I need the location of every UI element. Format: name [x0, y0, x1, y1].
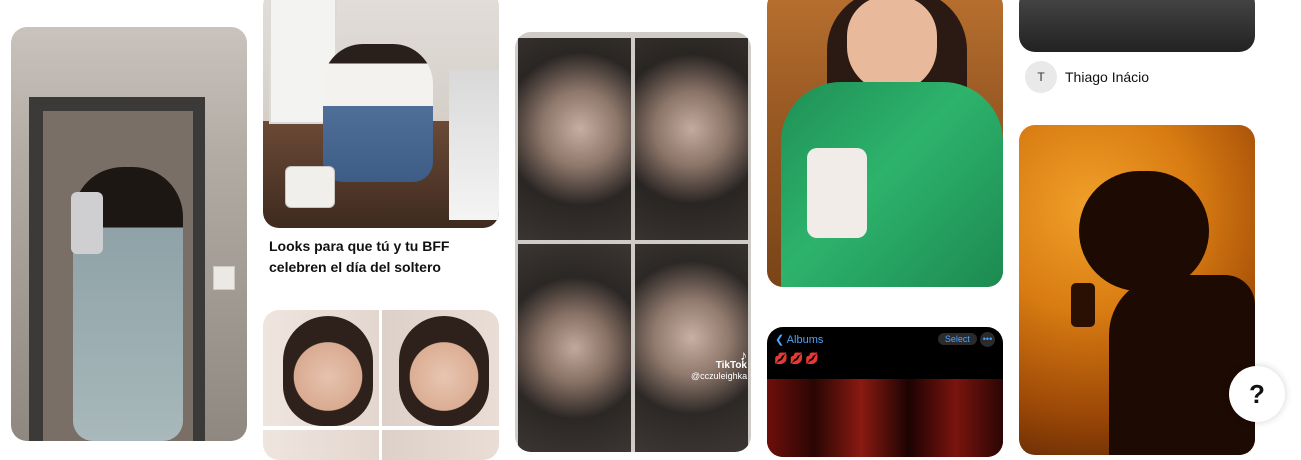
bed-edge — [449, 70, 499, 220]
girl-right-face — [399, 316, 489, 426]
light-switch — [213, 266, 235, 290]
person-figure — [323, 44, 433, 182]
booth-frame-3 — [518, 244, 631, 452]
albums-photo-strip — [767, 379, 1003, 457]
question-icon: ? — [1249, 378, 1265, 409]
chevron-left-icon: ❮ — [775, 333, 785, 346]
pin-silhouette[interactable] — [1019, 125, 1255, 455]
pin-green-blazer[interactable] — [767, 0, 1003, 287]
phone — [71, 192, 103, 254]
white-top — [807, 148, 867, 238]
booth-frame-1 — [518, 38, 631, 240]
albums-back-label: Albums — [786, 333, 824, 346]
pin-sitting-floor[interactable] — [263, 0, 499, 228]
booth-frame-2 — [635, 38, 748, 240]
albums-back-button: ❮ Albums — [775, 333, 823, 346]
more-icon: ••• — [980, 331, 995, 347]
tiktok-logo-text: TikTok — [715, 360, 747, 371]
pin-dark-top[interactable] — [1019, 0, 1255, 52]
tiktok-handle: @cczuleighka — [691, 371, 748, 381]
pin-mirror-selfie[interactable] — [11, 27, 247, 441]
pin-author[interactable]: T Thiago Inácio — [1025, 61, 1149, 93]
dark-top-image — [1019, 0, 1255, 52]
pin-two-girls[interactable] — [263, 310, 499, 460]
tiktok-watermark: ♪ TikTok @cczuleighka — [691, 347, 748, 381]
pin-caption-looks[interactable]: Looks para que tú y tu BFF celebren el d… — [269, 236, 479, 278]
photo-divider-vertical — [379, 310, 382, 460]
tiktok-logo-icon: ♪ — [740, 347, 747, 363]
author-name: Thiago Inácio — [1065, 69, 1150, 85]
booth-frame-4 — [635, 244, 748, 452]
pin-albums[interactable]: ❮ Albums Select ••• 💋💋💋 — [767, 327, 1003, 457]
person-face — [847, 0, 937, 92]
pin-photobooth[interactable]: ♪ TikTok @cczuleighka — [515, 32, 751, 452]
help-button[interactable]: ? — [1229, 366, 1285, 422]
silhouette-phone — [1071, 283, 1095, 327]
girl-left-face — [283, 316, 373, 426]
lips-emojis: 💋💋💋 — [774, 353, 822, 365]
silhouette-hair — [1079, 171, 1209, 291]
avatar: T — [1025, 61, 1057, 93]
silhouette-body — [1109, 275, 1255, 455]
handbag — [285, 166, 335, 208]
albums-select-button: Select — [937, 333, 977, 345]
albums-top-bar: ❮ Albums Select ••• — [767, 327, 1003, 351]
